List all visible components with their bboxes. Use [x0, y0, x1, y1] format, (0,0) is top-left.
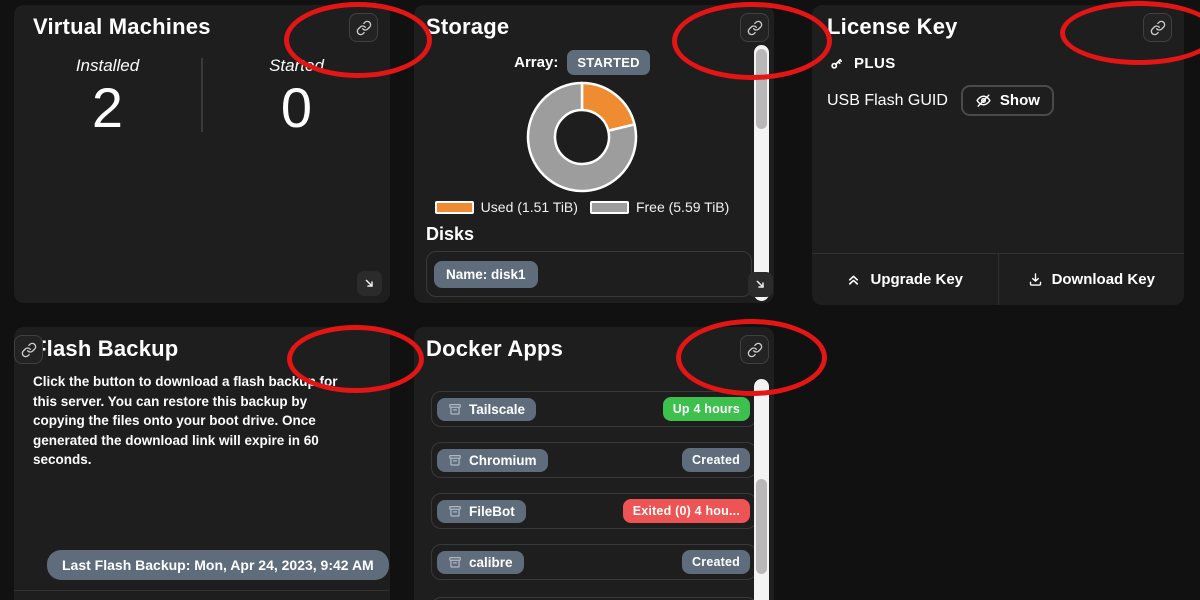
docker-scrollbar-track[interactable] — [754, 379, 769, 600]
vm-resize-handle[interactable] — [357, 271, 382, 296]
dashboard: Virtual Machines Installed 2 Started 0 S… — [0, 0, 1200, 600]
show-guid-label: Show — [1000, 92, 1040, 109]
download-key-label: Download Key — [1052, 271, 1155, 288]
resize-arrow-icon — [753, 277, 768, 292]
flash-backup-link-button[interactable] — [14, 335, 43, 364]
key-icon — [828, 55, 845, 72]
vm-installed-label: Installed — [14, 56, 201, 76]
docker-apps-title: Docker Apps — [426, 336, 714, 362]
legend-free-swatch — [590, 201, 629, 214]
array-status-badge: STARTED — [567, 50, 650, 75]
docker-scrollbar-thumb[interactable] — [756, 479, 767, 574]
eye-slash-icon — [975, 92, 992, 109]
legend-free-label: Free (5.59 TiB) — [636, 199, 729, 215]
donut-legend: Used (1.51 TiB) Free (5.59 TiB) — [414, 199, 750, 215]
container-icon — [448, 555, 462, 569]
container-icon — [448, 453, 462, 467]
annotation-ellipse — [284, 2, 432, 78]
show-guid-button[interactable]: Show — [961, 85, 1054, 116]
docker-app-chip[interactable]: Tailscale — [437, 398, 536, 421]
flash-footer-divider — [14, 590, 390, 591]
upgrade-key-button[interactable]: Upgrade Key — [812, 254, 999, 305]
docker-app-status-badge: Up 4 hours — [663, 397, 750, 421]
docker-app-name: Chromium — [469, 453, 537, 468]
legend-used-label: Used (1.51 TiB) — [481, 199, 578, 215]
download-icon — [1028, 272, 1043, 287]
docker-app-name: Tailscale — [469, 402, 525, 417]
vm-started-value: 0 — [203, 80, 390, 136]
legend-used-swatch — [435, 201, 474, 214]
docker-app-row: Chromium Created — [431, 442, 757, 478]
annotation-ellipse — [672, 2, 832, 80]
docker-app-name: FileBot — [469, 504, 515, 519]
disks-heading: Disks — [426, 224, 774, 245]
container-icon — [448, 504, 462, 518]
upgrade-key-label: Upgrade Key — [870, 271, 963, 288]
storage-resize-handle[interactable] — [748, 272, 773, 297]
guid-label: USB Flash GUID — [827, 92, 948, 110]
docker-app-chip[interactable]: calibre — [437, 551, 524, 574]
docker-app-status-badge: Created — [682, 550, 750, 574]
vm-installed-value: 2 — [14, 80, 201, 136]
flash-backup-description: Click the button to download a flash bac… — [33, 372, 357, 470]
docker-app-row: FileBot Exited (0) 4 hou... — [431, 493, 757, 529]
annotation-ellipse — [287, 325, 424, 393]
docker-app-status-badge: Exited (0) 4 hou... — [623, 499, 750, 523]
annotation-ellipse — [676, 319, 827, 396]
docker-app-chip[interactable]: Chromium — [437, 449, 548, 472]
docker-app-row: Tailscale Up 4 hours — [431, 391, 757, 427]
docker-app-name: calibre — [469, 555, 513, 570]
disk-row: Name: disk1 — [426, 251, 752, 297]
license-footer: Upgrade Key Download Key — [812, 253, 1184, 305]
link-icon — [21, 342, 37, 358]
docker-app-row: calibre Created — [431, 544, 757, 580]
download-key-button[interactable]: Download Key — [999, 254, 1185, 305]
flash-backup-title: Flash Backup — [33, 336, 330, 362]
docker-apps-list: Tailscale Up 4 hours Chromium Created Fi… — [431, 391, 757, 595]
docker-app-chip[interactable]: FileBot — [437, 500, 526, 523]
angles-up-icon — [846, 272, 861, 287]
resize-arrow-icon — [362, 276, 377, 291]
last-flash-backup-chip: Last Flash Backup: Mon, Apr 24, 2023, 9:… — [47, 550, 389, 580]
storage-scrollbar-track[interactable] — [754, 45, 769, 301]
docker-app-status-badge: Created — [682, 448, 750, 472]
storage-title: Storage — [426, 14, 714, 40]
array-donut-chart — [525, 80, 639, 194]
container-icon — [448, 402, 462, 416]
array-label: Array: — [514, 54, 558, 71]
disk-name-chip: Name: disk1 — [434, 261, 538, 288]
license-tier: PLUS — [854, 55, 896, 72]
